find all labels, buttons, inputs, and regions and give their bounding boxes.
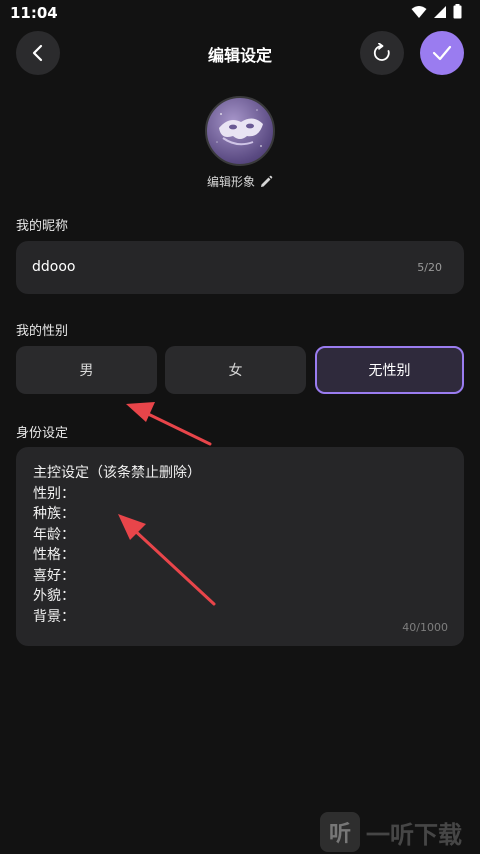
- watermark-text: 一听下载: [366, 820, 462, 849]
- watermark-logo: 听: [320, 812, 360, 852]
- watermark: 听 一听下载: [320, 812, 462, 852]
- annotation-arrow-identity: [118, 514, 216, 606]
- annotation-arrow-gender: [126, 402, 212, 446]
- annotation-arrows: [118, 402, 216, 606]
